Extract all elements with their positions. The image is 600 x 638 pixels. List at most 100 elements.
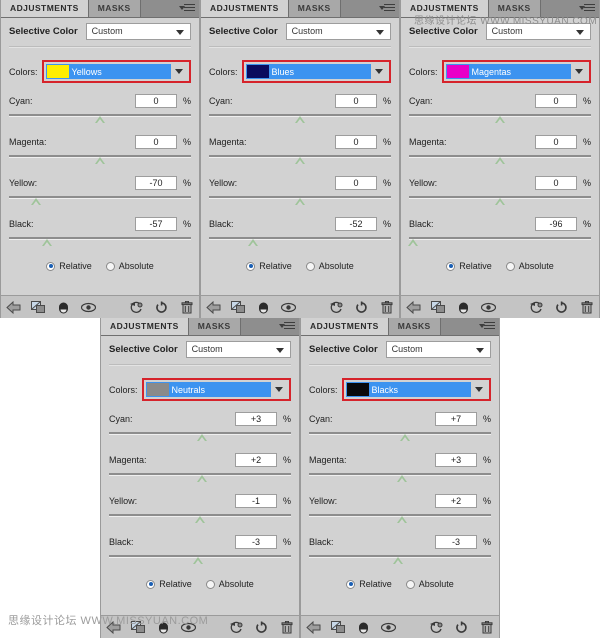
slider-track[interactable] xyxy=(309,512,491,524)
slider-track[interactable] xyxy=(209,235,391,247)
slider-thumb[interactable] xyxy=(396,475,407,482)
slider-value-input[interactable]: 0 xyxy=(535,176,577,190)
panel-menu-icon[interactable] xyxy=(279,321,295,332)
view-previous-state-icon[interactable] xyxy=(324,296,349,318)
slider-track[interactable] xyxy=(209,112,391,124)
panel-menu-icon[interactable] xyxy=(479,321,495,332)
colors-dropdown[interactable]: Blues xyxy=(245,64,371,79)
slider-thumb[interactable] xyxy=(31,198,42,205)
tab-adjustments[interactable]: ADJUSTMENTS xyxy=(301,318,389,335)
selective-color-panel-magentas[interactable]: ADJUSTMENTS MASKS Selective Color Custom… xyxy=(400,0,600,318)
preset-dropdown[interactable]: Custom xyxy=(385,341,491,358)
slider-track[interactable] xyxy=(9,112,191,124)
delete-adjustment-icon[interactable] xyxy=(274,616,299,638)
selective-color-panel-neutrals[interactable]: ADJUSTMENTS MASKS Selective Color Custom… xyxy=(100,318,300,638)
colors-dropdown[interactable]: Yellows xyxy=(45,64,171,79)
selective-color-panel-blacks[interactable]: ADJUSTMENTS MASKS Selective Color Custom… xyxy=(300,318,500,638)
tab-adjustments[interactable]: ADJUSTMENTS xyxy=(201,0,289,17)
colors-dropdown[interactable]: Magentas xyxy=(445,64,571,79)
chevron-down-icon[interactable] xyxy=(471,382,487,397)
slider-value-input[interactable]: -52 xyxy=(335,217,377,231)
slider-track[interactable] xyxy=(309,471,491,483)
return-arrow-icon[interactable] xyxy=(1,296,26,318)
chevron-down-icon[interactable] xyxy=(371,64,387,79)
preview-eye-icon[interactable] xyxy=(476,296,501,318)
radio-relative[interactable]: Relative xyxy=(346,579,392,589)
slider-value-input[interactable]: 0 xyxy=(535,94,577,108)
selective-color-panel-blues[interactable]: ADJUSTMENTS MASKS Selective Color Custom… xyxy=(200,0,400,318)
selective-color-panel-yellows[interactable]: ADJUSTMENTS MASKS Selective Color Custom… xyxy=(0,0,200,318)
slider-value-input[interactable]: 0 xyxy=(335,135,377,149)
chevron-down-icon[interactable] xyxy=(571,64,587,79)
clip-to-layer-icon[interactable] xyxy=(226,296,251,318)
slider-thumb[interactable] xyxy=(247,239,258,246)
slider-value-input[interactable]: 0 xyxy=(335,176,377,190)
reset-adjustment-icon[interactable] xyxy=(549,296,574,318)
slider-value-input[interactable]: -3 xyxy=(435,535,477,549)
delete-adjustment-icon[interactable] xyxy=(374,296,399,318)
view-previous-state-icon[interactable] xyxy=(424,616,449,638)
slider-thumb[interactable] xyxy=(295,198,305,205)
slider-track[interactable] xyxy=(109,553,291,565)
delete-adjustment-icon[interactable] xyxy=(174,296,199,318)
view-previous-state-icon[interactable] xyxy=(524,296,549,318)
preview-eye-icon[interactable] xyxy=(276,296,301,318)
radio-absolute[interactable]: Absolute xyxy=(405,579,454,589)
radio-relative[interactable]: Relative xyxy=(146,579,192,589)
reset-adjustment-icon[interactable] xyxy=(249,616,274,638)
radio-relative[interactable]: Relative xyxy=(246,261,292,271)
reset-adjustment-icon[interactable] xyxy=(349,296,374,318)
view-previous-state-icon[interactable] xyxy=(224,616,249,638)
radio-absolute[interactable]: Absolute xyxy=(305,261,354,271)
slider-thumb[interactable] xyxy=(42,239,53,246)
slider-value-input[interactable]: +3 xyxy=(235,412,277,426)
tab-masks[interactable]: MASKS xyxy=(388,318,441,335)
slider-thumb[interactable] xyxy=(95,157,105,164)
clip-to-layer-icon[interactable] xyxy=(326,616,351,638)
toggle-layer-visibility-icon[interactable] xyxy=(451,296,476,318)
slider-track[interactable] xyxy=(309,553,491,565)
slider-thumb[interactable] xyxy=(196,434,207,441)
slider-track[interactable] xyxy=(409,194,591,206)
slider-track[interactable] xyxy=(9,235,191,247)
chevron-down-icon[interactable] xyxy=(271,382,287,397)
radio-relative[interactable]: Relative xyxy=(46,261,92,271)
slider-value-input[interactable]: -70 xyxy=(135,176,177,190)
slider-track[interactable] xyxy=(407,235,591,247)
tab-masks[interactable]: MASKS xyxy=(288,0,341,17)
delete-adjustment-icon[interactable] xyxy=(474,616,499,638)
tab-masks[interactable]: MASKS xyxy=(188,318,241,335)
slider-value-input[interactable]: +2 xyxy=(435,494,477,508)
radio-absolute[interactable]: Absolute xyxy=(505,261,554,271)
return-arrow-icon[interactable] xyxy=(401,296,426,318)
slider-track[interactable] xyxy=(109,430,291,442)
slider-value-input[interactable]: +2 xyxy=(235,453,277,467)
slider-thumb[interactable] xyxy=(95,116,105,123)
slider-thumb[interactable] xyxy=(407,239,418,246)
preset-dropdown[interactable]: Custom xyxy=(185,341,291,358)
tab-masks[interactable]: MASKS xyxy=(88,0,141,17)
toggle-layer-visibility-icon[interactable] xyxy=(351,616,376,638)
reset-adjustment-icon[interactable] xyxy=(149,296,174,318)
slider-value-input[interactable]: -96 xyxy=(535,217,577,231)
toggle-layer-visibility-icon[interactable] xyxy=(51,296,76,318)
clip-to-layer-icon[interactable] xyxy=(26,296,51,318)
slider-value-input[interactable]: -1 xyxy=(235,494,277,508)
preset-dropdown[interactable]: Custom xyxy=(85,23,191,40)
slider-thumb[interactable] xyxy=(195,516,205,523)
radio-relative[interactable]: Relative xyxy=(446,261,492,271)
tab-adjustments[interactable]: ADJUSTMENTS xyxy=(101,318,189,335)
preset-dropdown[interactable]: Custom xyxy=(285,23,391,40)
slider-value-input[interactable]: +3 xyxy=(435,453,477,467)
preview-eye-icon[interactable] xyxy=(376,616,401,638)
slider-thumb[interactable] xyxy=(495,116,505,123)
slider-thumb[interactable] xyxy=(495,198,505,205)
slider-track[interactable] xyxy=(9,153,191,165)
slider-thumb[interactable] xyxy=(193,557,204,564)
slider-value-input[interactable]: 0 xyxy=(535,135,577,149)
clip-to-layer-icon[interactable] xyxy=(426,296,451,318)
radio-absolute[interactable]: Absolute xyxy=(105,261,154,271)
slider-thumb[interactable] xyxy=(396,516,407,523)
return-arrow-icon[interactable] xyxy=(201,296,226,318)
colors-dropdown[interactable]: Neutrals xyxy=(145,382,271,397)
